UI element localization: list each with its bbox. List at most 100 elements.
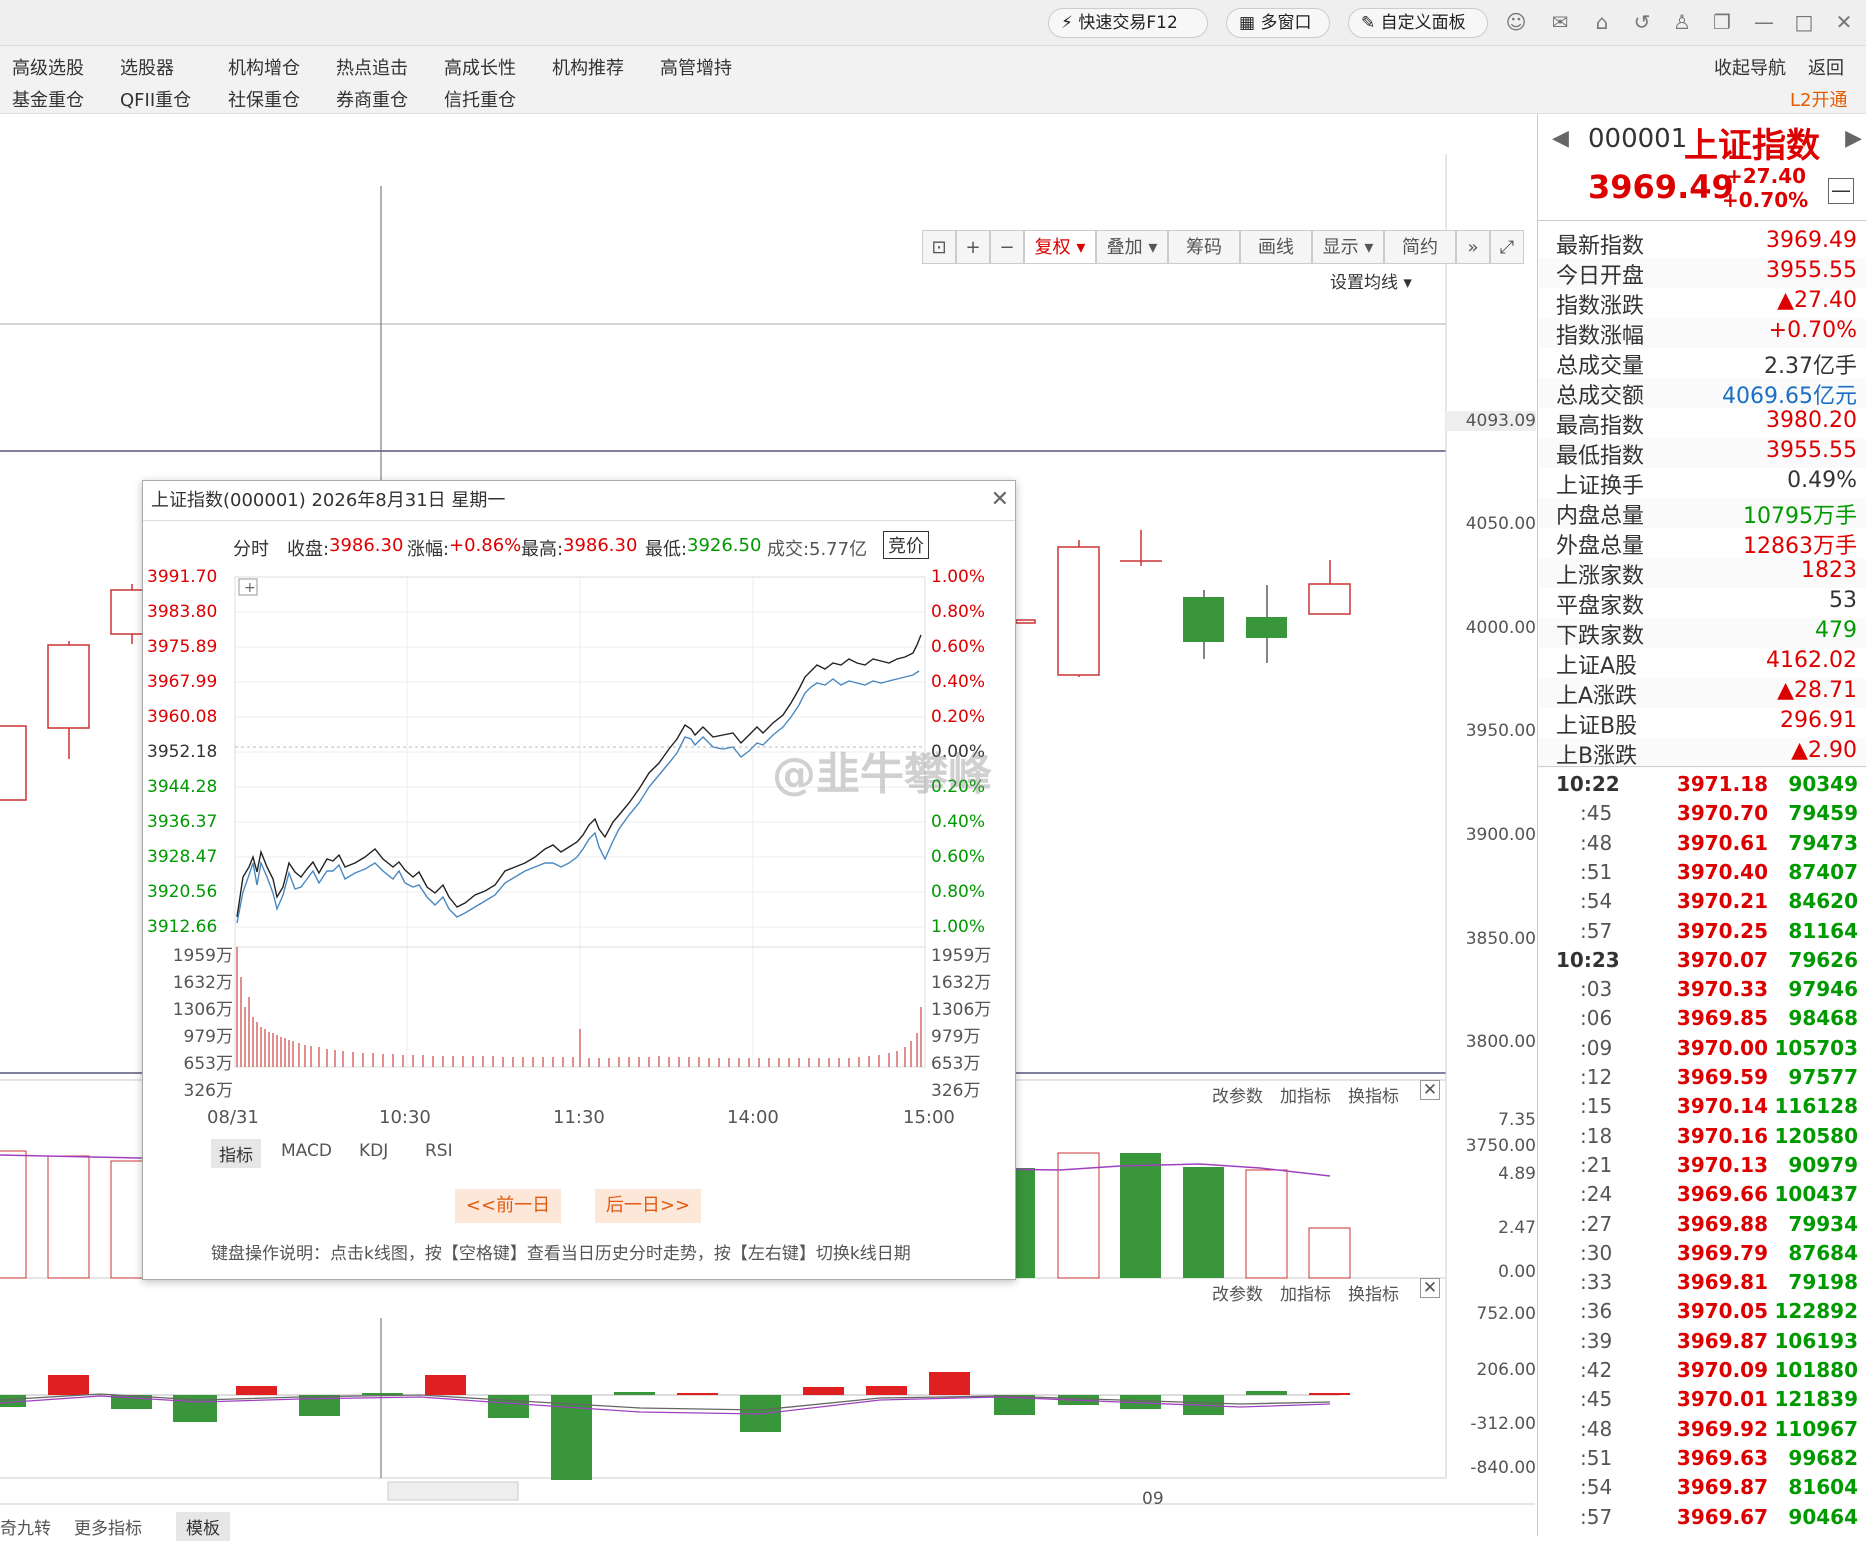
quote-row: 指数涨幅 +0.70% bbox=[1538, 318, 1866, 349]
intraday-chart-svg[interactable]: + bbox=[143, 567, 1017, 1127]
fuquan-button[interactable]: 复权 ▾ bbox=[1024, 230, 1096, 264]
fast-forward-icon[interactable]: » bbox=[1456, 230, 1490, 264]
change-param-button[interactable]: 改参数 bbox=[1212, 1082, 1263, 1107]
shirt-icon[interactable]: ♙ bbox=[1670, 10, 1694, 34]
undo-icon[interactable]: ↺ bbox=[1630, 10, 1654, 34]
low-value: 3926.50 bbox=[687, 535, 762, 556]
custom-panel-button[interactable]: ✎ 自定义面板 bbox=[1348, 8, 1488, 38]
auction-button[interactable]: 竞价 bbox=[883, 531, 929, 559]
next-stock-icon[interactable]: ▶ bbox=[1845, 126, 1862, 151]
nav-item[interactable]: 高管增持 bbox=[660, 54, 732, 80]
zoom-out-icon[interactable]: − bbox=[990, 230, 1024, 264]
tab-qijiuzhuan[interactable]: 奇九转 bbox=[0, 1514, 51, 1539]
nav-item[interactable]: 机构推荐 bbox=[552, 54, 624, 80]
close-icon[interactable]: ✕ bbox=[1832, 10, 1856, 34]
macd-axis-label: -840.00 bbox=[1470, 1458, 1536, 1478]
quote-row-value: 4162.02 bbox=[1766, 648, 1857, 673]
close-value: 3986.30 bbox=[329, 535, 404, 556]
tick-price: 3970.16 bbox=[1676, 1123, 1768, 1148]
mail-icon[interactable]: ✉ bbox=[1548, 10, 1572, 34]
nav-item[interactable]: 高级选股 bbox=[12, 54, 84, 80]
tab-kdj[interactable]: KDJ bbox=[359, 1141, 388, 1161]
draw-button[interactable]: 画线 bbox=[1240, 230, 1312, 264]
tick-time: :27 bbox=[1580, 1211, 1613, 1236]
simple-button[interactable]: 简约 bbox=[1384, 230, 1456, 264]
prev-stock-icon[interactable]: ◀ bbox=[1552, 126, 1569, 151]
nav-item[interactable]: 券商重仓 bbox=[336, 86, 408, 112]
switch-indicator-button[interactable]: 换指标 bbox=[1348, 1280, 1399, 1305]
minimize-icon[interactable]: — bbox=[1752, 10, 1776, 34]
nav-item[interactable]: 高成长性 bbox=[444, 54, 516, 80]
home-icon[interactable]: ⌂ bbox=[1590, 10, 1614, 34]
price-axis-label: 3750.00 bbox=[1465, 1136, 1536, 1156]
tick-row: :03 3970.33 97946 bbox=[1538, 977, 1866, 1006]
tab-rsi[interactable]: RSI bbox=[425, 1141, 453, 1161]
tab-more-indicators[interactable]: 更多指标 bbox=[74, 1514, 142, 1539]
chips-button[interactable]: 筹码 bbox=[1168, 230, 1240, 264]
tick-volume: 79473 bbox=[1788, 830, 1858, 855]
quote-row-label: 下跌家数 bbox=[1556, 624, 1645, 649]
vol-axis-label: 4.89 bbox=[1498, 1164, 1536, 1184]
add-indicator-button[interactable]: 加指标 bbox=[1280, 1082, 1331, 1107]
quote-row-label: 最高指数 bbox=[1556, 414, 1645, 439]
nav-item[interactable]: 机构增仓 bbox=[228, 54, 300, 80]
tick-price: 3970.70 bbox=[1676, 801, 1768, 826]
switch-indicator-button[interactable]: 换指标 bbox=[1348, 1082, 1399, 1107]
nav-item[interactable]: 选股器 bbox=[120, 54, 174, 80]
collapse-nav-link[interactable]: 收起导航 bbox=[1714, 54, 1786, 80]
prev-day-button[interactable]: <<前一日 bbox=[455, 1189, 561, 1223]
tick-time: :06 bbox=[1580, 1006, 1613, 1031]
set-ma-button[interactable]: 设置均线 ▾ bbox=[1330, 268, 1412, 293]
close-panel-icon[interactable]: ✕ bbox=[1420, 1080, 1440, 1100]
quote-row-label: 指数涨跌 bbox=[1556, 294, 1645, 319]
change-param-button[interactable]: 改参数 bbox=[1212, 1280, 1263, 1305]
nav-item[interactable]: QFII重仓 bbox=[120, 86, 191, 112]
display-button[interactable]: 显示 ▾ bbox=[1312, 230, 1384, 264]
tick-price: 3970.14 bbox=[1676, 1094, 1768, 1119]
multi-window-button[interactable]: ▦ 多窗口 bbox=[1226, 8, 1330, 38]
l2-open-link[interactable]: L2开通 bbox=[1790, 86, 1847, 112]
close-label: 收盘: bbox=[287, 539, 330, 560]
back-link[interactable]: 返回 bbox=[1808, 54, 1844, 80]
macd-axis-label: 206.00 bbox=[1476, 1360, 1536, 1380]
tick-volume: 99682 bbox=[1788, 1445, 1858, 1470]
quick-trade-button[interactable]: ⚡ 快速交易F12 bbox=[1048, 8, 1208, 38]
tick-price: 3971.18 bbox=[1676, 772, 1768, 796]
tab-macd[interactable]: MACD bbox=[281, 1141, 332, 1161]
help-text: 键盘操作说明：点击k线图，按【空格键】查看当日历史分时走势，按【左右键】切换k线… bbox=[211, 1244, 911, 1264]
nav-item[interactable]: 社保重仓 bbox=[228, 86, 300, 112]
popup-vol-label: 1959万 bbox=[931, 946, 992, 966]
next-day-button[interactable]: 后一日>> bbox=[595, 1189, 701, 1223]
popup-price-label: 3928.47 bbox=[147, 847, 218, 867]
vol-axis-label: 0.00 bbox=[1498, 1262, 1536, 1282]
zoom-in-icon[interactable]: + bbox=[956, 230, 990, 264]
collapse-icon[interactable]: — bbox=[1828, 178, 1854, 204]
tick-volume: 81164 bbox=[1788, 918, 1858, 943]
tab-intraday[interactable]: 分时 bbox=[233, 535, 269, 561]
tick-time: :45 bbox=[1580, 1387, 1613, 1412]
popup-close-icon[interactable]: ✕ bbox=[991, 487, 1009, 512]
tick-time: :48 bbox=[1580, 1416, 1613, 1441]
overlay-button[interactable]: 叠加 ▾ bbox=[1096, 230, 1168, 264]
fullscreen-icon[interactable]: ⤢ bbox=[1490, 230, 1524, 264]
tab-template[interactable]: 模板 bbox=[176, 1512, 230, 1541]
tick-price: 3970.33 bbox=[1676, 977, 1768, 1002]
lock-icon[interactable]: ⊡ bbox=[922, 230, 956, 264]
maximize-icon[interactable]: □ bbox=[1792, 10, 1816, 34]
quote-row: 总成交额 4069.65亿元 bbox=[1538, 378, 1866, 409]
nav-item[interactable]: 信托重仓 bbox=[444, 86, 516, 112]
quote-row: 下跌家数 479 bbox=[1538, 618, 1866, 649]
quote-row-value: 3969.49 bbox=[1766, 228, 1857, 253]
close-panel-icon[interactable]: ✕ bbox=[1420, 1278, 1440, 1298]
tick-time: :45 bbox=[1580, 801, 1613, 826]
tab-indicator[interactable]: 指标 bbox=[211, 1139, 261, 1168]
tick-price: 3970.13 bbox=[1676, 1152, 1768, 1177]
stock-name: 上证指数 bbox=[1684, 126, 1820, 166]
amount-label: 成交: bbox=[767, 539, 810, 560]
vol-axis-label: 2.47 bbox=[1498, 1218, 1536, 1238]
add-indicator-button[interactable]: 加指标 bbox=[1280, 1280, 1331, 1305]
restore-icon[interactable]: ❐ bbox=[1710, 10, 1734, 34]
nav-item[interactable]: 热点追击 bbox=[336, 54, 408, 80]
user-icon[interactable]: ☺ bbox=[1504, 10, 1528, 34]
nav-item[interactable]: 基金重仓 bbox=[12, 86, 84, 112]
